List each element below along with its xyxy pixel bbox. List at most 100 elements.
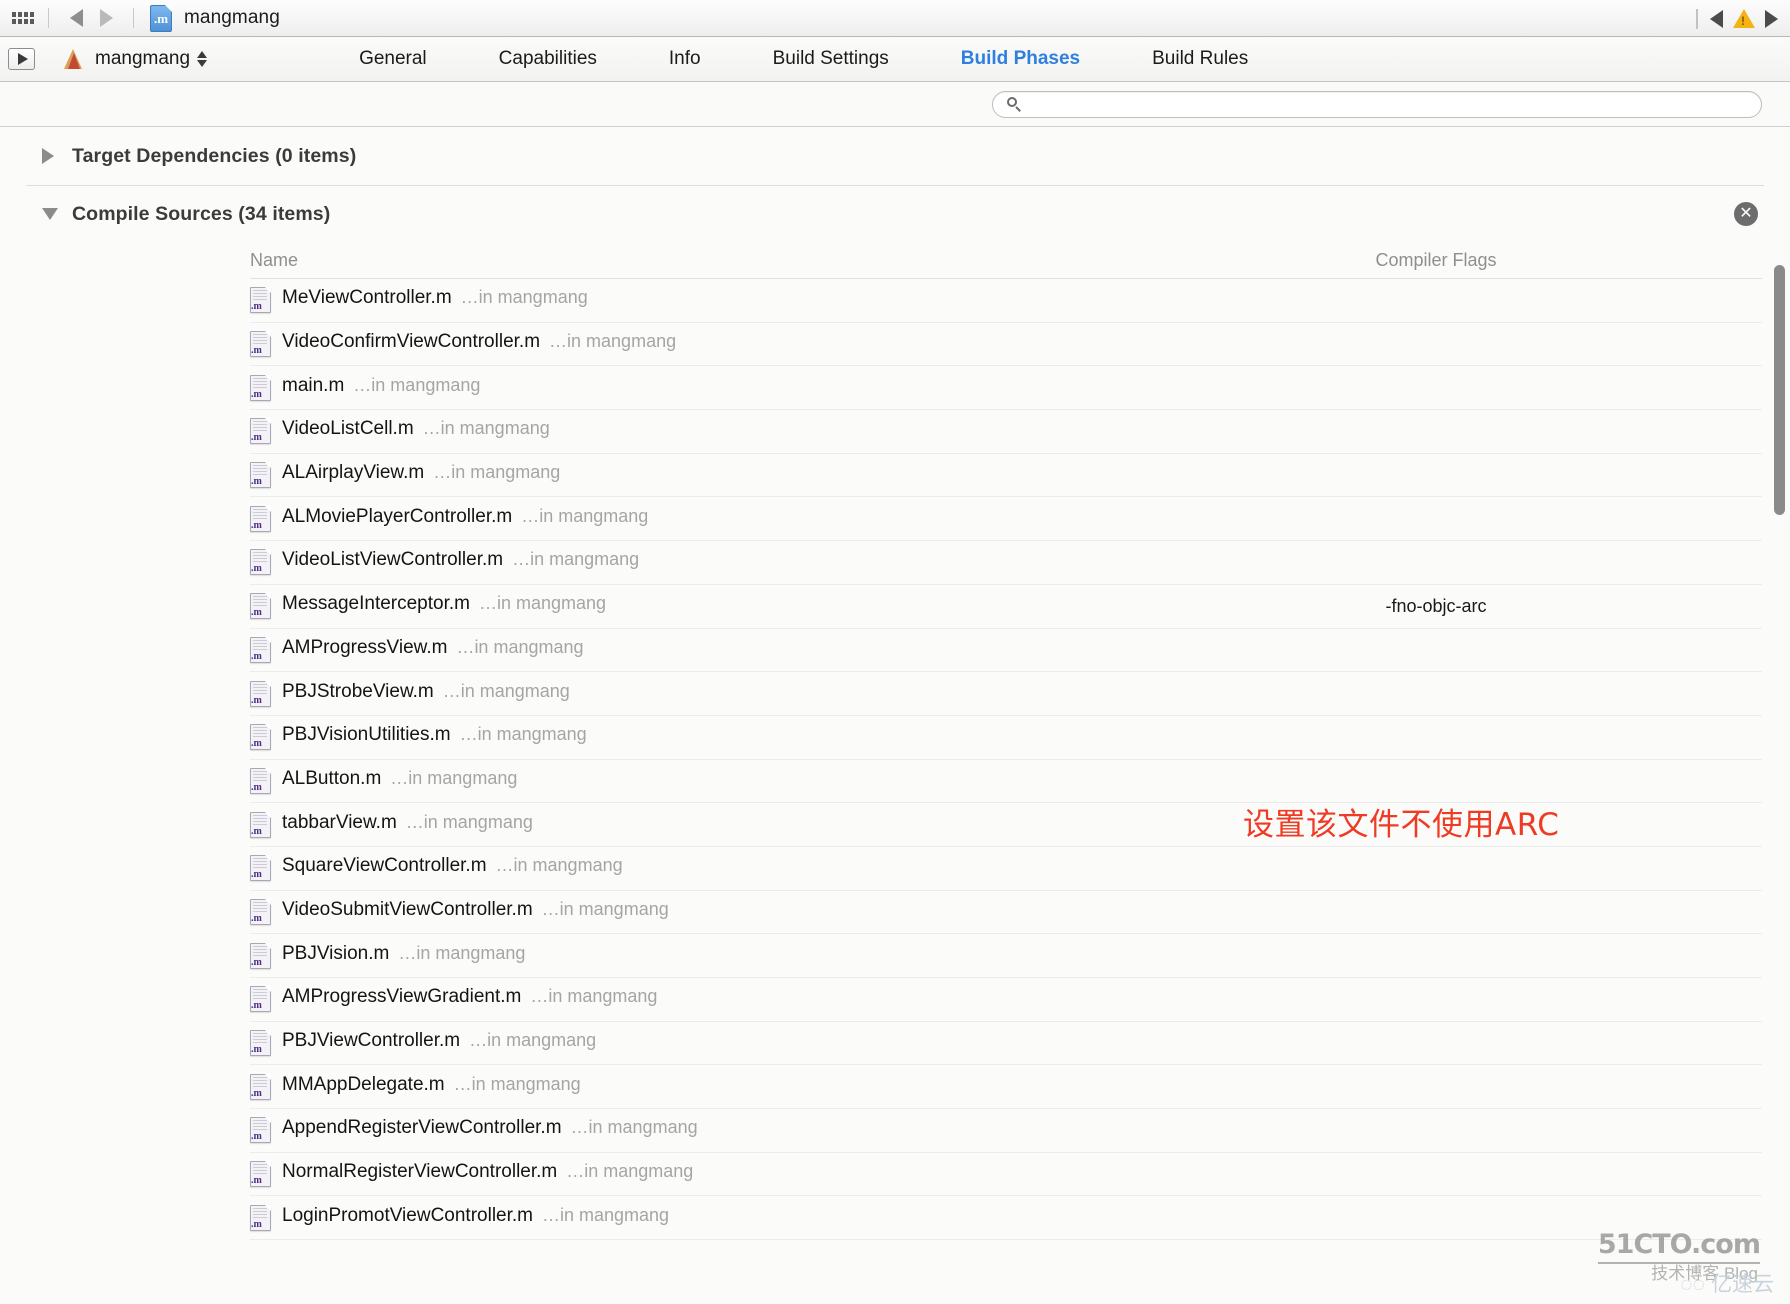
table-row[interactable]: .m MMAppDelegate.m …in mangmang [250, 1065, 1762, 1110]
table-row[interactable]: .m SquareViewController.m …in mangmang [250, 847, 1762, 891]
file-name-label: MessageInterceptor.m [282, 593, 470, 615]
search-input[interactable] [1029, 95, 1751, 113]
file-location-label: …in mangmang [521, 505, 649, 526]
cell-name: .m VideoListCell.m …in mangmang [250, 418, 1200, 445]
table-row[interactable]: .m ALAirplayView.m …in mangmang [250, 454, 1762, 498]
cell-name: .m AppendRegisterViewController.m …in mang… [250, 1117, 1200, 1144]
table-row[interactable]: .m PBJVision.m …in mangmang [250, 934, 1762, 978]
tab-build-phases[interactable]: Build Phases [925, 48, 1116, 70]
filter-bar [0, 82, 1790, 127]
file-extension-badge: .m [251, 1087, 262, 1099]
remove-phase-button[interactable]: ✕ [1734, 202, 1758, 226]
table-row[interactable]: .m ALMoviePlayerController.m …in mangmang [250, 497, 1762, 542]
table-row[interactable]: .m MeViewController.m …in mangmang [250, 279, 1762, 323]
file-extension-badge: .m [251, 694, 262, 706]
grid-icon[interactable] [10, 7, 36, 29]
file-location-label: …in mangmang [405, 811, 533, 832]
previous-issue-icon[interactable] [1710, 9, 1723, 28]
forward-arrow-icon[interactable] [91, 7, 121, 29]
objc-source-file-icon: .m [250, 374, 271, 401]
objc-source-file-icon: .m [250, 898, 271, 925]
cell-name: .m NormalRegisterViewController.m …in mang… [250, 1161, 1200, 1188]
cell-name: .m MMAppDelegate.m …in mangmang [250, 1073, 1200, 1100]
objc-source-file-icon: .m [250, 986, 271, 1013]
file-location-label: …in mangmang [353, 374, 481, 395]
breadcrumb[interactable]: mangmang [184, 7, 280, 29]
scrollbar-thumb[interactable] [1774, 265, 1785, 515]
objc-source-file-icon: .m [250, 287, 271, 314]
disclosure-triangle-collapsed-icon[interactable] [42, 148, 64, 164]
table-row[interactable]: .m PBJViewController.m …in mangmang [250, 1022, 1762, 1066]
table-row[interactable]: .m PBJStrobeView.m …in mangmang [250, 672, 1762, 716]
file-location-label: …in mangmang [453, 1073, 581, 1094]
phase-target-dependencies[interactable]: Target Dependencies (0 items) [0, 127, 1790, 185]
table-row[interactable]: .m LoginPromotViewController.m …in mangman… [250, 1196, 1762, 1241]
vertical-scrollbar[interactable] [1774, 255, 1788, 1300]
file-extension-badge: .m [251, 1175, 262, 1187]
annotation-text: 设置该文件不使用ARC [1243, 807, 1560, 843]
table-row[interactable]: .m main.m …in mangmang [250, 366, 1762, 411]
file-extension-badge: .m [251, 1044, 262, 1056]
column-header-name[interactable]: Name [250, 250, 1200, 271]
chevron-updown-icon[interactable] [197, 51, 208, 67]
project-file-icon: .m [150, 4, 172, 32]
objc-source-file-icon: .m [250, 724, 271, 751]
cell-name: .m VideoSubmitViewController.m …in mangman… [250, 898, 1200, 925]
target-selector[interactable]: mangmang [61, 47, 208, 71]
file-location-label: …in mangmang [495, 855, 623, 876]
file-name-label: tabbarView.m [282, 811, 397, 833]
phase-compile-sources[interactable]: Compile Sources (34 items) ✕ [0, 186, 1790, 242]
table-row[interactable]: .m VideoConfirmViewController.m …in mangma… [250, 323, 1762, 367]
column-header-compiler-flags[interactable]: Compiler Flags [1200, 250, 1762, 271]
file-extension-badge: .m [251, 607, 262, 619]
tab-info[interactable]: Info [633, 48, 737, 70]
file-name-label: ALButton.m [282, 767, 382, 789]
next-issue-icon[interactable] [1765, 9, 1778, 28]
disclosure-triangle-expanded-icon[interactable] [42, 208, 64, 220]
file-location-label: …in mangmang [390, 767, 518, 788]
file-name-label: AMProgressViewGradient.m [282, 986, 522, 1008]
table-row[interactable]: .m VideoListCell.m …in mangmang [250, 410, 1762, 454]
file-name-label: PBJVision.m [282, 942, 390, 964]
file-name-label: ALMoviePlayerController.m [282, 505, 513, 527]
search-field-container[interactable] [992, 90, 1762, 118]
warning-triangle-icon[interactable] [1733, 9, 1755, 28]
file-location-label: …in mangmang [442, 680, 570, 701]
file-extension-badge: .m [251, 388, 262, 400]
back-arrow-icon[interactable] [61, 7, 91, 29]
tab-build-settings[interactable]: Build Settings [737, 48, 925, 70]
file-name-label: VideoSubmitViewController.m [282, 898, 533, 920]
window-toolbar: .m mangmang [0, 0, 1790, 37]
file-extension-badge: .m [251, 956, 262, 968]
phase-title-target-dependencies: Target Dependencies (0 items) [72, 144, 357, 167]
table-row[interactable]: .m AppendRegisterViewController.m …in mang… [250, 1109, 1762, 1153]
cell-name: .m MessageInterceptor.m …in mangmang [250, 593, 1200, 620]
file-location-label: …in mangmang [541, 898, 669, 919]
table-row[interactable]: .m AMProgressView.m …in mangmang [250, 629, 1762, 673]
cell-name: .m main.m …in mangmang [250, 374, 1200, 401]
table-row[interactable]: .m PBJVisionUtilities.m …in mangmang [250, 716, 1762, 760]
objc-source-file-icon: .m [250, 636, 271, 663]
table-row[interactable]: .m VideoSubmitViewController.m …in mangman… [250, 891, 1762, 935]
objc-source-file-icon: .m [250, 462, 271, 489]
objc-source-file-icon: .m [250, 1161, 271, 1188]
file-name-label: MeViewController.m [282, 287, 452, 309]
table-row[interactable]: .m AMProgressViewGradient.m …in mangmang [250, 978, 1762, 1022]
tab-general[interactable]: General [323, 48, 463, 70]
table-row[interactable]: .m VideoListViewController.m …in mangmang [250, 541, 1762, 585]
file-name-label: LoginPromotViewController.m [282, 1204, 533, 1226]
run-button[interactable] [8, 48, 35, 70]
file-extension-badge: .m [251, 1000, 262, 1012]
table-row[interactable]: .m NormalRegisterViewController.m …in mang… [250, 1153, 1762, 1197]
tab-capabilities[interactable]: Capabilities [463, 48, 633, 70]
objc-source-file-icon: .m [250, 680, 271, 707]
cell-name: .m LoginPromotViewController.m …in mangman… [250, 1204, 1200, 1231]
table-row[interactable]: .m MessageInterceptor.m …in mangmang -fno-o… [250, 585, 1762, 629]
table-row[interactable]: .m ALButton.m …in mangmang [250, 760, 1762, 804]
file-extension-badge: .m [251, 912, 262, 924]
tab-build-rules[interactable]: Build Rules [1116, 48, 1284, 70]
cell-compiler-flags[interactable]: -fno-objc-arc [1200, 596, 1762, 617]
file-extension-badge: .m [251, 345, 262, 357]
file-name-label: PBJVisionUtilities.m [282, 724, 451, 746]
file-name-label: SquareViewController.m [282, 855, 487, 877]
